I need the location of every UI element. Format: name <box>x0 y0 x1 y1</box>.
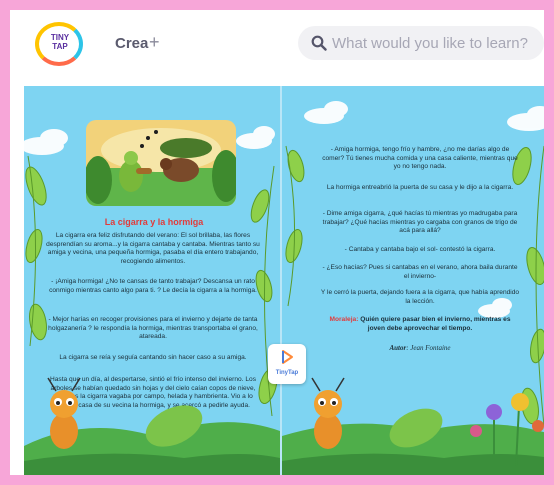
tinytap-logo[interactable]: TINY TAP <box>35 22 87 66</box>
ground-scenery-art <box>24 377 544 475</box>
tinytap-play-button[interactable]: TinyTap <box>268 344 306 384</box>
tinytap-play-icon <box>282 350 293 364</box>
search-icon <box>311 35 327 51</box>
search-input[interactable] <box>332 26 538 60</box>
app-frame: TINY TAP Crea + What would you like to l… <box>10 10 544 475</box>
plus-icon[interactable]: + <box>149 32 160 53</box>
search-bar[interactable] <box>298 26 544 60</box>
crea-menu[interactable]: Crea <box>115 35 148 52</box>
logo-text: TINY TAP <box>50 33 70 51</box>
tinytap-label: TinyTap <box>275 370 299 376</box>
top-header: TINY TAP Crea + <box>10 10 544 74</box>
story-book[interactable]: La cigarra y la hormiga La cigarra era f… <box>24 86 544 475</box>
